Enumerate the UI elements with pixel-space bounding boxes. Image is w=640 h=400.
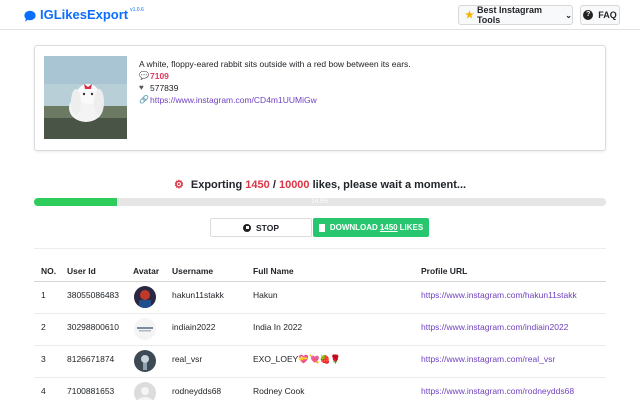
app-name: IGLikesExport <box>40 7 129 22</box>
row-no: 2 <box>41 322 46 332</box>
row-profile-url[interactable]: https://www.instagram.com/hakun11stakk <box>421 290 577 300</box>
comment-icon: 💬 <box>139 71 149 80</box>
row-user-id: 30298800610 <box>67 322 120 332</box>
file-icon <box>318 223 325 232</box>
row-full-name: India In 2022 <box>253 322 303 332</box>
row-full-name: EXO_LOEY💝💘🍓🌹 <box>253 354 341 364</box>
download-button[interactable]: DOWNLOAD 1450 LIKES <box>313 218 429 237</box>
download-count: 1450 <box>379 223 398 232</box>
section-divider <box>34 248 606 249</box>
table-row: 1 38055086483 hakun11stakk Hakun https:/… <box>34 282 606 314</box>
chat-bubble-icon <box>24 10 36 22</box>
post-caption: A white, floppy-eared rabbit sits outsid… <box>139 59 411 69</box>
progress-percent: 14.5% <box>311 199 329 205</box>
faq-label: FAQ <box>598 10 617 20</box>
app-header: IGLikesExport v1.0.6 ★ Best Instagram To… <box>0 0 640 30</box>
post-url[interactable]: https://www.instagram.com/CD4m1UUMiGw <box>150 94 317 106</box>
col-username: Username <box>172 266 214 276</box>
avatar <box>134 318 156 340</box>
stop-button[interactable]: STOP <box>210 218 312 237</box>
post-info: A white, floppy-eared rabbit sits outsid… <box>139 58 411 106</box>
likes-table: NO. User Id Avatar Username Full Name Pr… <box>34 260 606 400</box>
row-user-id: 38055086483 <box>67 290 120 300</box>
comment-count: 7109 <box>150 71 169 81</box>
col-user-id: User Id <box>67 266 96 276</box>
gear-icon: ⚙ <box>173 179 184 191</box>
post-thumbnail <box>44 56 127 139</box>
row-full-name: Hakun <box>253 290 278 300</box>
post-card: A white, floppy-eared rabbit sits outsid… <box>34 45 606 151</box>
total-count: 10000 <box>278 179 310 191</box>
like-count: 577839 <box>150 83 179 93</box>
avatar <box>134 350 156 372</box>
row-no: 4 <box>41 386 46 396</box>
faq-button[interactable]: ? FAQ <box>580 5 620 25</box>
app-version: v1.0.6 <box>130 7 144 13</box>
brand-logo[interactable]: IGLikesExport v1.0.6 <box>24 6 144 24</box>
col-no: NO. <box>41 266 57 276</box>
download-prefix: DOWNLOAD <box>329 223 378 232</box>
row-no: 1 <box>41 290 46 300</box>
star-icon: ★ <box>465 9 474 21</box>
row-user-id: 7100881653 <box>67 386 115 396</box>
export-status: ⚙ Exporting 1450 / 10000 likes, please w… <box>0 178 640 191</box>
table-row: 4 7100881653 rodneydds68 Rodney Cook htt… <box>34 378 606 400</box>
status-separator: / <box>272 179 276 191</box>
row-username: indiain2022 <box>172 322 216 332</box>
row-profile-url[interactable]: https://www.instagram.com/real_vsr <box>421 354 555 364</box>
best-tools-dropdown[interactable]: ★ Best Instagram Tools ⌄ <box>458 5 573 25</box>
row-user-id: 8126671874 <box>67 354 115 364</box>
row-profile-url[interactable]: https://www.instagram.com/rodneydds68 <box>421 386 574 396</box>
best-tools-label: Best Instagram Tools <box>476 5 542 25</box>
col-profile-url: Profile URL <box>421 266 468 276</box>
current-count: 1450 <box>245 179 270 191</box>
status-suffix: likes, please wait a moment... <box>312 179 467 191</box>
question-circle-icon: ? <box>583 10 594 20</box>
row-username: hakun11stakk <box>172 290 224 300</box>
heart-icon: ♥ <box>139 83 144 92</box>
stop-label: STOP <box>256 222 279 233</box>
table-row: 3 8126671874 real_vsr EXO_LOEY💝💘🍓🌹 https… <box>34 346 606 378</box>
table-row: 2 30298800610 indiain2022 India In 2022 … <box>34 314 606 346</box>
chevron-down-icon: ⌄ <box>565 10 572 20</box>
col-avatar: Avatar <box>133 266 160 276</box>
avatar <box>134 382 156 400</box>
col-full-name: Full Name <box>253 266 294 276</box>
avatar <box>134 286 156 308</box>
row-profile-url[interactable]: https://www.instagram.com/indiain2022 <box>421 322 568 332</box>
stop-circle-icon <box>243 223 251 232</box>
row-username: rodneydds68 <box>172 386 222 396</box>
export-progress: 14.5% <box>34 198 606 206</box>
row-no: 3 <box>41 354 46 364</box>
row-full-name: Rodney Cook <box>253 386 305 396</box>
status-prefix: Exporting <box>190 179 243 191</box>
table-header: NO. User Id Avatar Username Full Name Pr… <box>34 260 606 282</box>
row-username: real_vsr <box>172 354 203 364</box>
link-icon: 🔗 <box>139 95 149 104</box>
download-suffix: LIKES <box>399 223 424 232</box>
